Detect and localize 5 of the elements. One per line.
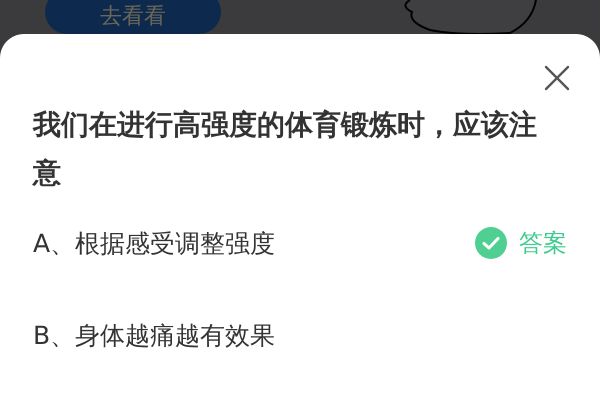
answer-option[interactable]: B、身体越痛越有效果: [33, 318, 567, 352]
answer-option[interactable]: A、根据感受调整强度: [33, 226, 475, 260]
close-icon[interactable]: [544, 65, 570, 91]
answer-label: 答案: [519, 228, 567, 259]
question-text: 我们在进行高强度的体育锻炼时，应该注意: [33, 107, 538, 191]
